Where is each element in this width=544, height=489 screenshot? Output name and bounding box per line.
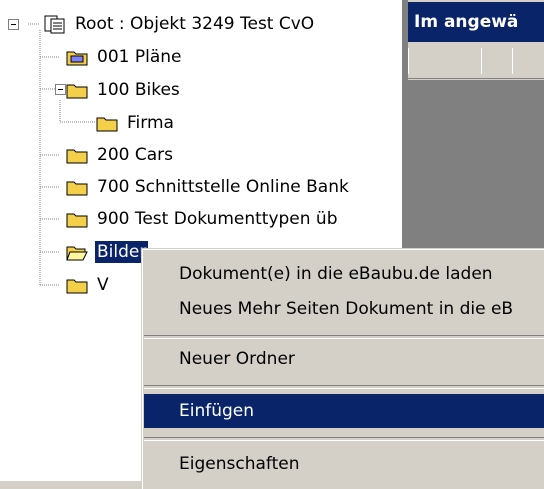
menu-separator xyxy=(144,385,544,389)
folder-icon xyxy=(66,84,88,99)
column-header-row[interactable] xyxy=(408,44,544,79)
tree-node-label: 900 Test Dokumenttypen üb xyxy=(97,209,338,229)
tree-node-label: 100 Bikes xyxy=(97,80,180,100)
tree-node-700-schnittstelle[interactable]: 700 Schnittstelle Online Bank xyxy=(66,174,351,200)
menu-separator xyxy=(144,437,544,441)
tree-node-label: 700 Schnittstelle Online Bank xyxy=(97,177,349,197)
menu-item-label: Eigenschaften xyxy=(179,454,300,474)
menu-item-label: Neues Mehr Seiten Dokument in die eB xyxy=(179,299,514,319)
tree-node-100-bikes[interactable]: 100 Bikes xyxy=(66,77,182,103)
open-folder-icon xyxy=(66,246,88,261)
folder-icon xyxy=(66,213,88,228)
tree-node-label: V xyxy=(97,275,109,295)
menu-separator xyxy=(144,335,544,339)
collapse-bikes-icon[interactable] xyxy=(55,84,66,95)
tree-node-v[interactable]: V xyxy=(66,272,111,298)
column-header[interactable] xyxy=(408,48,482,74)
tree-node-label: 001 Pläne xyxy=(97,47,182,67)
column-header[interactable] xyxy=(512,48,544,74)
folder-icon xyxy=(96,117,118,132)
menu-item-paste[interactable]: Einfügen xyxy=(144,394,544,428)
menu-item-label: Einfügen xyxy=(179,401,255,421)
tree-node-root[interactable]: Root : Objekt 3249 Test CvO xyxy=(44,11,316,37)
tree-node-200-cars[interactable]: 200 Cars xyxy=(66,142,175,168)
collapse-root-icon[interactable] xyxy=(8,19,19,30)
folder-icon xyxy=(66,279,88,294)
menu-item-label: Neuer Ordner xyxy=(179,349,295,369)
pane-title: Im angewä xyxy=(408,2,544,42)
menu-item-properties[interactable]: Eigenschaften xyxy=(144,447,544,481)
tree-node-label: 200 Cars xyxy=(97,145,173,165)
folder-icon xyxy=(66,181,88,196)
tree-node-firma[interactable]: Firma xyxy=(96,110,176,136)
column-header[interactable] xyxy=(481,48,513,74)
menu-item-new-folder[interactable]: Neuer Ordner xyxy=(144,342,544,376)
menu-item-upload-documents[interactable]: Dokument(e) in die eBaubu.de laden xyxy=(144,257,544,291)
root-document-icon xyxy=(44,15,65,34)
context-menu: Dokument(e) in die eBaubu.de laden Neues… xyxy=(141,248,544,489)
tree-node-label: Root : Objekt 3249 Test CvO xyxy=(75,14,315,34)
menu-item-new-multipage-document[interactable]: Neues Mehr Seiten Dokument in die eB xyxy=(144,292,544,326)
tree-node-label: Firma xyxy=(127,113,174,133)
folder-icon xyxy=(66,51,88,66)
folder-icon xyxy=(66,149,88,164)
menu-item-label: Dokument(e) in die eBaubu.de laden xyxy=(179,264,493,284)
tree-node-001-plaene[interactable]: 001 Pläne xyxy=(66,44,183,70)
tree-node-900-test[interactable]: 900 Test Dokumenttypen üb xyxy=(66,206,340,232)
tree-node-bilder[interactable]: Bilder xyxy=(66,239,150,265)
